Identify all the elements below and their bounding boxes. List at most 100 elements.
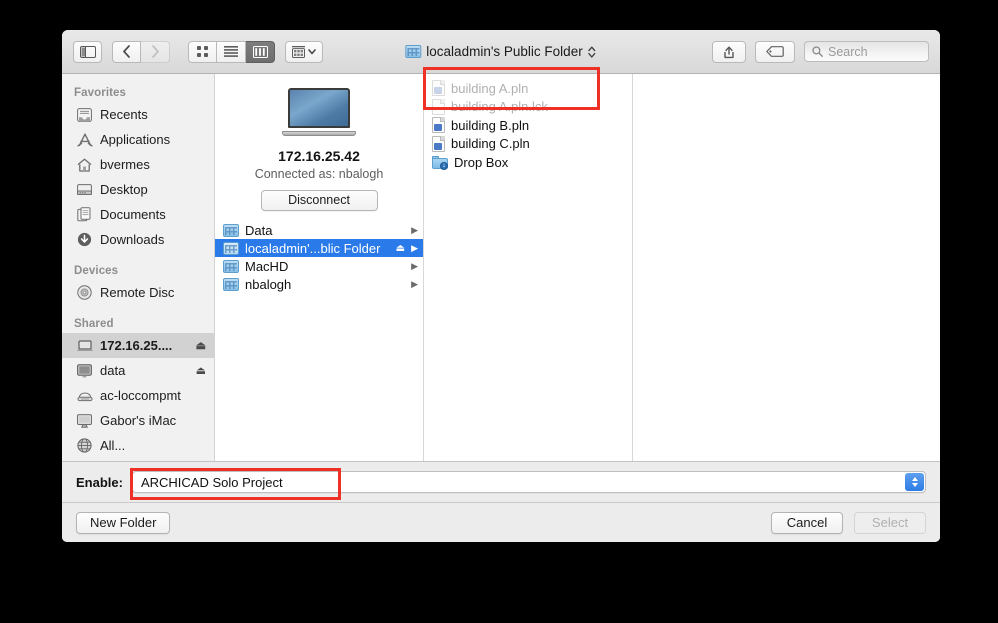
sidebar-item-ac-loccompmt[interactable]: ac-loccompmt <box>62 383 214 408</box>
chevron-right-icon: ▶ <box>411 260 418 271</box>
search-input[interactable]: Search <box>828 45 868 59</box>
sidebar-item-label: Gabor's iMac <box>100 413 177 428</box>
sidebar-item-documents[interactable]: Documents <box>62 202 214 227</box>
file-label: building A.pln <box>451 80 529 96</box>
share-button[interactable] <box>712 40 746 63</box>
desktop-icon <box>76 183 93 196</box>
eject-icon[interactable]: ⏏ <box>196 339 206 352</box>
network-share-folder-icon <box>223 241 239 255</box>
sidebar-item-label: Downloads <box>100 232 165 247</box>
list-view-icon <box>224 46 238 57</box>
select-button[interactable]: Select <box>854 511 926 534</box>
sidebar-item-data[interactable]: data ⏏ <box>62 358 214 383</box>
list-item[interactable]: ↓ Drop Box <box>424 153 632 172</box>
list-item[interactable]: building A.pln.lck <box>424 98 632 117</box>
arrange-button[interactable] <box>285 40 323 63</box>
sidebar-item-label: 172.16.25.... <box>100 338 173 353</box>
sidebar-item-bvermes[interactable]: bvermes <box>62 152 214 177</box>
sidebar-item-label: All... <box>100 438 126 453</box>
imac-icon <box>76 413 93 428</box>
eject-icon[interactable]: ⏏ <box>196 364 206 377</box>
laptop-icon <box>282 88 356 136</box>
chevron-up-down-icon <box>588 46 596 58</box>
share-icon <box>724 46 734 58</box>
search-icon <box>812 46 823 57</box>
sidebar-item-remote-disc[interactable]: Remote Disc <box>62 280 214 305</box>
icon-view-button[interactable] <box>188 40 217 63</box>
dialog-body: Favorites Recents Applications bvermes D… <box>62 74 940 461</box>
pln-document-icon <box>432 117 445 134</box>
list-item[interactable]: MacHD ▶ <box>215 257 423 275</box>
sidebar-item-applications[interactable]: Applications <box>62 127 214 152</box>
chevron-right-icon: ▶ <box>411 224 418 235</box>
sidebar-item-label: bvermes <box>100 157 150 172</box>
share-list: Data ▶ localadmin'...blic Folder ⏏ ▶ Mac… <box>215 221 423 461</box>
list-view-button[interactable] <box>217 40 246 63</box>
pln-document-icon <box>432 135 445 152</box>
connected-as-label: Connected as: nbalogh <box>254 167 384 181</box>
recents-icon <box>76 107 93 122</box>
list-item[interactable]: localadmin'...blic Folder ⏏ ▶ <box>215 239 423 257</box>
list-item[interactable]: building B.pln <box>424 116 632 135</box>
share-label: nbalogh <box>245 276 292 292</box>
list-item[interactable]: building C.pln <box>424 135 632 154</box>
enable-label: Enable: <box>76 474 123 490</box>
chevron-right-icon: ▶ <box>411 242 418 253</box>
new-folder-button[interactable]: New Folder <box>76 511 171 534</box>
sidebar-item-gabors-imac[interactable]: Gabor's iMac <box>62 408 214 433</box>
search-field[interactable]: Search <box>804 41 929 62</box>
printer-icon <box>76 390 93 402</box>
sidebar: Favorites Recents Applications bvermes D… <box>62 74 215 461</box>
sidebar-item-label: ac-loccompmt <box>100 388 181 403</box>
sidebar-header-favorites: Favorites <box>74 87 127 99</box>
eject-icon[interactable]: ⏏ <box>396 243 405 254</box>
toolbar: localadmin's Public Folder Search <box>62 30 940 74</box>
column-view-button[interactable] <box>246 40 275 63</box>
list-item[interactable]: nbalogh ▶ <box>215 275 423 293</box>
file-label: building A.pln.lck <box>451 99 548 115</box>
column-empty[interactable] <box>633 74 940 461</box>
arrange-grid-icon <box>292 45 305 58</box>
display-icon <box>76 363 93 378</box>
sidebar-item-172-16-25[interactable]: 172.16.25.... ⏏ <box>62 333 214 358</box>
path-title-button[interactable]: localadmin's Public Folder <box>398 41 603 63</box>
blank-document-icon <box>432 98 445 115</box>
sidebar-item-desktop[interactable]: Desktop <box>62 177 214 202</box>
tag-icon <box>766 46 784 57</box>
tag-button[interactable] <box>755 40 795 63</box>
file-list: building A.pln building A.pln.lck buildi… <box>424 74 632 172</box>
chevron-right-icon <box>151 45 159 58</box>
column-browser: 172.16.25.42 Connected as: nbalogh Disco… <box>215 74 940 461</box>
column-view-icon <box>252 45 268 58</box>
forward-button[interactable] <box>141 40 170 63</box>
open-file-dialog: localadmin's Public Folder Search Favori… <box>62 30 940 542</box>
list-item[interactable]: building A.pln <box>424 79 632 98</box>
popup-arrows-icon <box>905 473 924 491</box>
cancel-button[interactable]: Cancel <box>771 511 843 534</box>
file-type-value: ARCHICAD Solo Project <box>140 474 283 490</box>
sidebar-item-all[interactable]: All... <box>62 433 214 458</box>
file-label: building B.pln <box>451 117 530 133</box>
pln-document-icon <box>432 80 445 97</box>
column-files: building A.pln building A.pln.lck buildi… <box>424 74 633 461</box>
footer: New Folder Cancel Select <box>62 502 940 542</box>
sidebar-item-recents[interactable]: Recents <box>62 102 214 127</box>
sidebar-toggle-button[interactable] <box>73 40 102 63</box>
sidebar-item-label: Documents <box>100 207 166 222</box>
sidebar-item-label: Applications <box>100 132 171 147</box>
share-label: Data <box>245 222 273 238</box>
back-button[interactable] <box>112 40 141 63</box>
laptop-icon <box>76 339 93 352</box>
file-type-popup-button[interactable]: ARCHICAD Solo Project <box>131 471 926 493</box>
documents-icon <box>76 207 93 222</box>
sidebar-item-downloads[interactable]: Downloads <box>62 227 214 252</box>
network-share-folder-icon <box>223 259 239 273</box>
applications-icon <box>76 133 93 147</box>
disconnect-button[interactable]: Disconnect <box>260 190 378 211</box>
globe-icon <box>76 438 93 453</box>
sidebar-item-label: data <box>100 363 126 378</box>
sidebar-header-devices: Devices <box>74 265 119 277</box>
icon-view-icon <box>197 46 208 57</box>
downloads-icon <box>76 232 93 247</box>
list-item[interactable]: Data ▶ <box>215 221 423 239</box>
